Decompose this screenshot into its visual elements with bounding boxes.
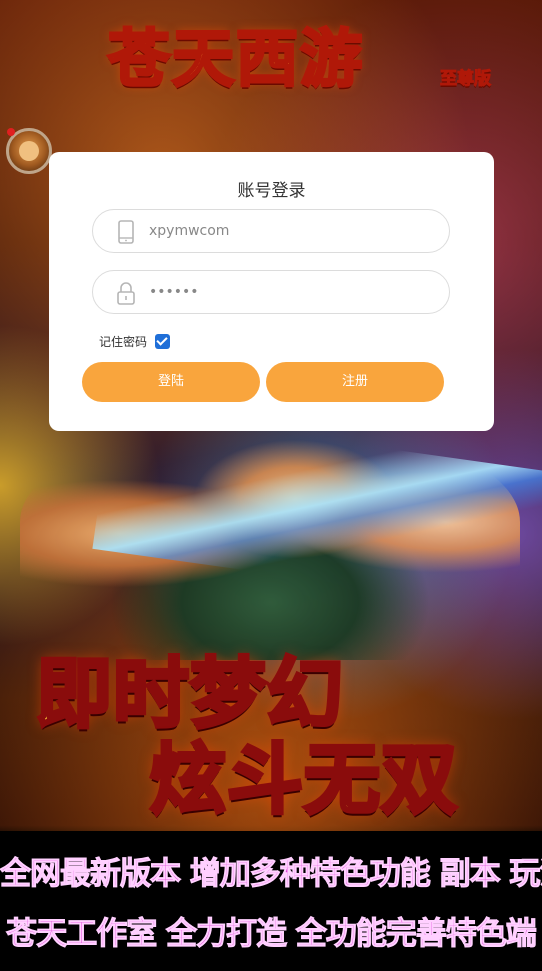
avatar-face [19, 141, 39, 161]
login-button[interactable]: 登陆 [82, 362, 260, 402]
account-field[interactable] [92, 209, 450, 253]
account-input[interactable] [149, 210, 429, 252]
edition-badge: 至尊版 [440, 69, 492, 90]
password-input[interactable] [149, 271, 429, 313]
login-card: 账号登录 记住密码 登陆 注册 [49, 152, 494, 431]
remember-label: 记住密码 [99, 334, 148, 349]
register-button[interactable]: 注册 [266, 362, 444, 402]
game-title-art: 苍天西游 [106, 21, 365, 97]
password-field[interactable] [92, 270, 450, 314]
slogan-line-2: 炫斗无双 [148, 733, 459, 826]
phone-icon [118, 220, 134, 244]
remember-checkbox[interactable] [155, 333, 171, 349]
promo-line-2: 苍天工作室 全力打造 全功能完善特色端 [6, 916, 538, 953]
lock-icon [117, 282, 135, 305]
promo-line-1: 全网最新版本 增加多种特色功能 副本 玩法 [0, 856, 542, 893]
remember-row: 记住密码 [99, 332, 171, 350]
notification-dot [7, 128, 15, 136]
login-title: 账号登录 [237, 181, 306, 201]
